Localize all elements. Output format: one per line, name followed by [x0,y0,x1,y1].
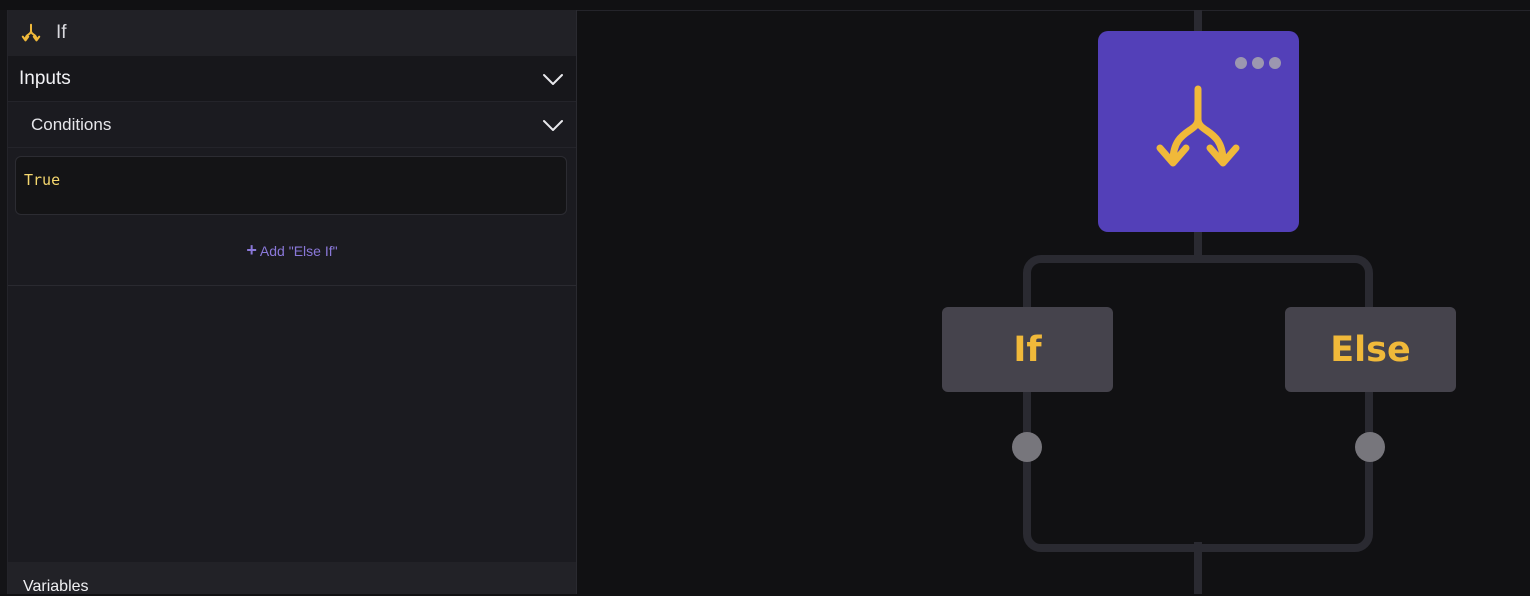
variables-label: Variables [23,578,89,595]
chevron-down-icon[interactable] [542,114,564,136]
branch-loop-connector [1023,255,1373,552]
panel-header: If [8,10,576,56]
if-branch-label[interactable]: If [942,307,1113,392]
connector-bottom [1194,542,1202,594]
else-branch-add-port[interactable] [1355,432,1385,462]
variables-section-header[interactable]: Variables [8,562,576,595]
chevron-down-icon[interactable] [542,68,564,90]
add-else-if-row: + Add "Else If" [8,215,576,286]
properties-panel: If Inputs Conditions True + Add "Else If"… [8,10,577,595]
add-else-if-label: Add "Else If" [259,242,338,259]
activity-strip [0,10,8,594]
conditions-section-header[interactable]: Conditions [8,102,576,148]
more-options-icon[interactable] [1235,57,1281,69]
connector-top [1194,10,1202,31]
condition-expression-value: True [24,171,61,189]
add-else-if-button[interactable]: + Add "Else If" [246,240,337,261]
plus-icon: + [246,239,257,260]
conditions-label: Conditions [31,114,112,134]
split-icon [1156,85,1240,167]
inputs-label: Inputs [19,67,71,89]
split-icon [21,23,41,42]
panel-title: If [56,22,67,43]
if-branch-add-port[interactable] [1012,432,1042,462]
else-branch-label[interactable]: Else [1285,307,1456,392]
if-node[interactable] [1098,31,1299,232]
workflow-canvas[interactable]: If Else [577,10,1530,594]
inputs-section-header[interactable]: Inputs [8,56,576,102]
condition-expression-input[interactable]: True [15,156,567,215]
